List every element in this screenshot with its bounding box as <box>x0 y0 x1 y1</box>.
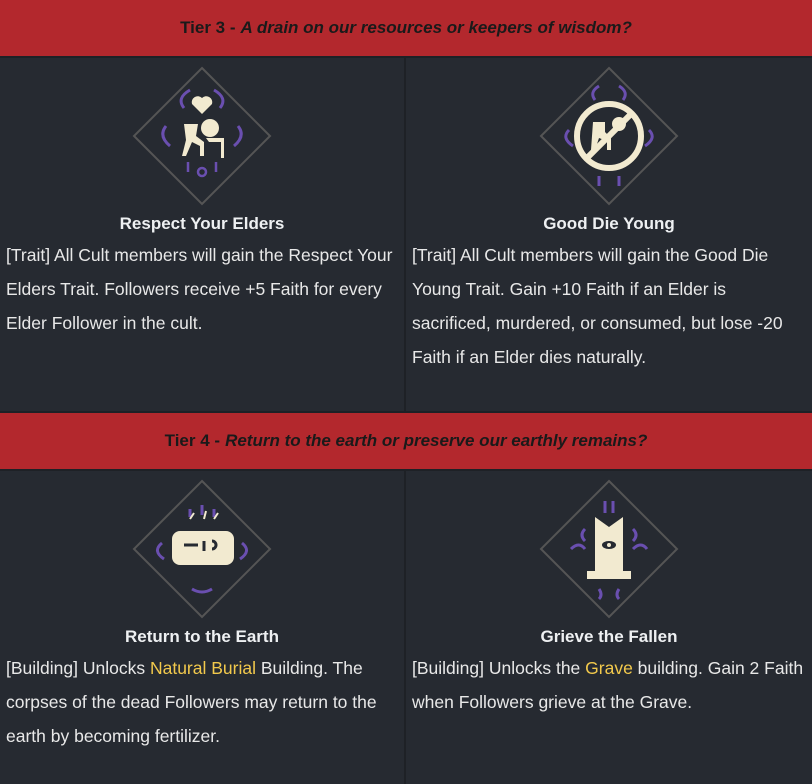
option-title: Return to the Earth <box>125 627 279 646</box>
natural-burial-link[interactable]: Natural Burial <box>150 658 256 678</box>
tier-label: Tier 3 - <box>180 18 236 37</box>
description-text: [Building] Unlocks <box>6 658 150 678</box>
option-grieve-the-fallen: Grieve the Fallen [Building] Unlocks the… <box>404 471 812 784</box>
option-description: [Building] Unlocks the Grave building. G… <box>406 651 812 719</box>
option-title: Good Die Young <box>543 214 675 233</box>
tier-4-header: Tier 4 - Return to the earth or preserve … <box>0 413 812 471</box>
tier-label: Tier 4 - <box>164 431 221 450</box>
tier-3-header: Tier 3 -A drain on our resources or keep… <box>0 0 812 58</box>
option-return-to-the-earth: Return to the Earth [Building] Unlocks N… <box>0 471 404 784</box>
tier-3-options: Respect Your Elders [Trait] All Cult mem… <box>0 58 812 413</box>
option-respect-your-elders: Respect Your Elders [Trait] All Cult mem… <box>0 58 404 411</box>
option-description: [Building] Unlocks Natural Burial Buildi… <box>0 651 404 753</box>
option-description: [Trait] All Cult members will gain the G… <box>412 245 783 367</box>
option-title: Grieve the Fallen <box>540 627 678 646</box>
elder-heart-icon <box>132 66 272 206</box>
option-good-die-young: Good Die Young [Trait] All Cult members … <box>404 58 812 411</box>
tier-question: Return to the earth or preserve our eart… <box>225 431 648 450</box>
option-title: Respect Your Elders <box>119 214 285 233</box>
description-text: [Building] Unlocks the <box>412 658 586 678</box>
option-description: [Trait] All Cult members will gain the R… <box>6 245 393 333</box>
grave-icon <box>539 479 679 619</box>
no-elder-icon <box>539 66 679 206</box>
natural-burial-icon <box>132 479 272 619</box>
tier-question: A drain on our resources or keepers of w… <box>240 18 632 37</box>
grave-link[interactable]: Grave <box>585 658 633 678</box>
tier-4-options: Return to the Earth [Building] Unlocks N… <box>0 471 812 784</box>
